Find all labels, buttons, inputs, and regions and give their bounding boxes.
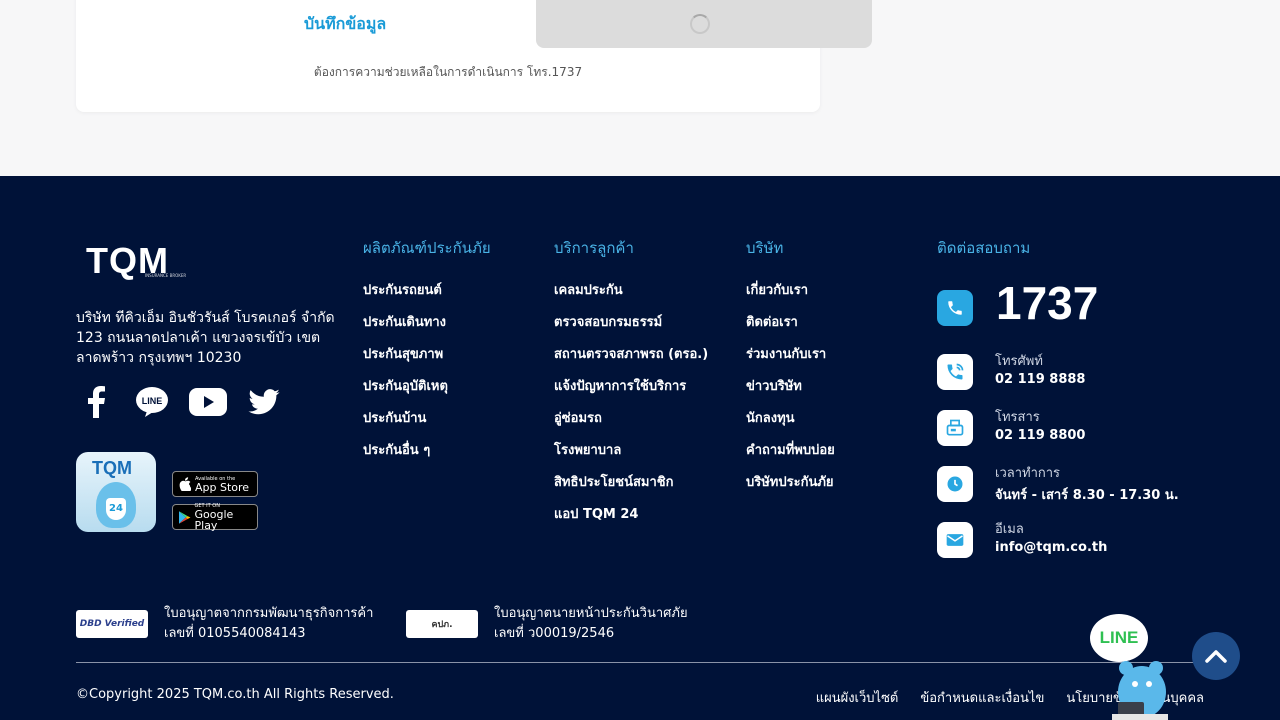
oic-license: คปภ. ใบอนุญาตนายหน้าประกันวินาศภัย เลขที… bbox=[406, 604, 688, 644]
google-play-button[interactable]: GET IT ON Google Play bbox=[172, 503, 258, 532]
facebook-icon[interactable] bbox=[76, 384, 116, 420]
twitter-icon[interactable] bbox=[244, 384, 284, 420]
tqm24-app-icon[interactable]: TQM 24 bbox=[76, 452, 156, 532]
bear-mascot-icon[interactable] bbox=[1108, 652, 1172, 720]
link-terms[interactable]: ข้อกำหนดและเงื่อนไข bbox=[920, 687, 1044, 708]
link-sitemap[interactable]: แผนผังเว็บไซต์ bbox=[816, 687, 899, 708]
link-claim[interactable]: เคลมประกัน bbox=[554, 282, 708, 314]
fax-label: โทรสาร bbox=[995, 410, 1040, 425]
youtube-icon[interactable] bbox=[188, 384, 228, 420]
company-column: บริษัท เกี่ยวกับเรา ติดต่อเรา ร่วมงานกับ… bbox=[746, 236, 835, 506]
app-store-button[interactable]: Available on the App Store bbox=[172, 471, 258, 497]
contact-title: ติดต่อสอบถาม bbox=[937, 239, 1031, 257]
company-address: บริษัท ทีคิวเอ็ม อินชัวรันส์ โบรคเกอร์ จ… bbox=[76, 310, 335, 366]
link-inspection-station[interactable]: สถานตรวจสภาพรถ (ตรอ.) bbox=[554, 346, 708, 378]
dbd-license-line1: ใบอนุญาตจากกรมพัฒนาธุรกิจการค้า bbox=[164, 606, 374, 621]
oic-badge[interactable]: คปภ. bbox=[406, 610, 478, 638]
scroll-to-top-button[interactable] bbox=[1192, 632, 1240, 680]
apple-icon bbox=[179, 477, 191, 491]
form-card: บันทึกข้อมูล ต้องการความช่วยเหลือในการดำ… bbox=[76, 0, 872, 112]
dbd-license: DBD Verified ใบอนุญาตจากกรมพัฒนาธุรกิจกา… bbox=[76, 604, 373, 644]
link-report-problem[interactable]: แจ้งปัญหาการใช้บริการ bbox=[554, 378, 708, 410]
link-accident-insurance[interactable]: ประกันอุบัติเหตุ bbox=[363, 378, 491, 410]
dbd-verified-badge[interactable]: DBD Verified bbox=[76, 610, 148, 638]
app-store-big: App Store bbox=[195, 480, 250, 494]
link-member-benefits[interactable]: สิทธิประโยชน์สมาชิก bbox=[554, 474, 708, 506]
footer-divider bbox=[76, 662, 1204, 663]
services-title: บริการลูกค้า bbox=[554, 239, 634, 257]
link-investors[interactable]: นักลงทุน bbox=[746, 410, 835, 442]
email-label: อีเมล bbox=[995, 522, 1024, 537]
oic-license-line2: เลขที่ ว00019/2546 bbox=[494, 626, 615, 641]
dbd-license-line2: เลขที่ 0105540084143 bbox=[164, 626, 306, 641]
loading-spinner-icon bbox=[690, 14, 710, 34]
link-check-policy[interactable]: ตรวจสอบกรมธรรม์ bbox=[554, 314, 708, 346]
footer: TQM INSURANCE BROKER บริษัท ทีคิวเอ็ม อิ… bbox=[0, 176, 1280, 720]
help-text: ต้องการความช่วยเหลือในการดำเนินการ โทร.1… bbox=[313, 65, 583, 79]
hours-label: เวลาทำการ bbox=[995, 466, 1061, 481]
app-icon-badge: 24 bbox=[106, 498, 126, 520]
app-icon-text: TQM bbox=[92, 458, 132, 478]
products-title: ผลิตภัณฑ์ประกันภัย bbox=[363, 239, 491, 257]
link-about[interactable]: เกี่ยวกับเรา bbox=[746, 282, 835, 314]
link-other-insurance[interactable]: ประกันอื่น ๆ bbox=[363, 442, 491, 474]
link-tqm24-app[interactable]: แอป TQM 24 bbox=[554, 506, 708, 538]
link-health-insurance[interactable]: ประกันสุขภาพ bbox=[363, 346, 491, 378]
link-garage[interactable]: อู่ซ่อมรถ bbox=[554, 410, 708, 442]
phone-icon bbox=[937, 290, 973, 326]
products-column: ผลิตภัณฑ์ประกันภัย ประกันรถยนต์ ประกันเด… bbox=[363, 236, 491, 474]
fax-value: 02 119 8800 bbox=[995, 428, 1086, 443]
oic-license-line1: ใบอนุญาตนายหน้าประกันวินาศภัย bbox=[494, 606, 688, 621]
clock-icon bbox=[937, 466, 973, 502]
link-faq[interactable]: คำถามที่พบบ่อย bbox=[746, 442, 835, 474]
phone-value[interactable]: 02 119 8888 bbox=[995, 372, 1085, 387]
fax-icon bbox=[937, 410, 973, 446]
link-insurers[interactable]: บริษัทประกันภัย bbox=[746, 474, 835, 506]
save-data-link[interactable]: บันทึกข้อมูล bbox=[304, 12, 386, 37]
telephone-icon bbox=[937, 354, 973, 390]
hours-value: จันทร์ - เสาร์ 8.30 - 17.30 น. bbox=[995, 488, 1179, 503]
logo-subtitle: INSURANCE BROKER bbox=[145, 273, 187, 278]
link-home-insurance[interactable]: ประกันบ้าน bbox=[363, 410, 491, 442]
link-car-insurance[interactable]: ประกันรถยนต์ bbox=[363, 282, 491, 314]
google-play-big: Google Play bbox=[194, 508, 234, 532]
line-icon[interactable]: LINE bbox=[132, 384, 172, 420]
link-travel-insurance[interactable]: ประกันเดินทาง bbox=[363, 314, 491, 346]
link-careers[interactable]: ร่วมงานกับเรา bbox=[746, 346, 835, 378]
link-contact[interactable]: ติดต่อเรา bbox=[746, 314, 835, 346]
social-links: LINE bbox=[76, 384, 284, 420]
chevron-up-icon bbox=[1205, 650, 1227, 663]
email-value[interactable]: info@tqm.co.th bbox=[995, 540, 1107, 555]
link-news[interactable]: ข่าวบริษัท bbox=[746, 378, 835, 410]
google-play-icon bbox=[179, 510, 191, 524]
svg-text:LINE: LINE bbox=[142, 396, 163, 406]
email-icon bbox=[937, 522, 973, 558]
services-column: บริการลูกค้า เคลมประกัน ตรวจสอบกรมธรรม์ … bbox=[554, 236, 708, 538]
copyright-text: ©Copyright 2025 TQM.co.th All Rights Res… bbox=[76, 687, 394, 702]
hotline-number[interactable]: 1737 bbox=[996, 276, 1098, 330]
phone-label: โทรศัพท์ bbox=[995, 354, 1043, 369]
link-hospital[interactable]: โรงพยาบาล bbox=[554, 442, 708, 474]
company-title: บริษัท bbox=[746, 239, 784, 257]
